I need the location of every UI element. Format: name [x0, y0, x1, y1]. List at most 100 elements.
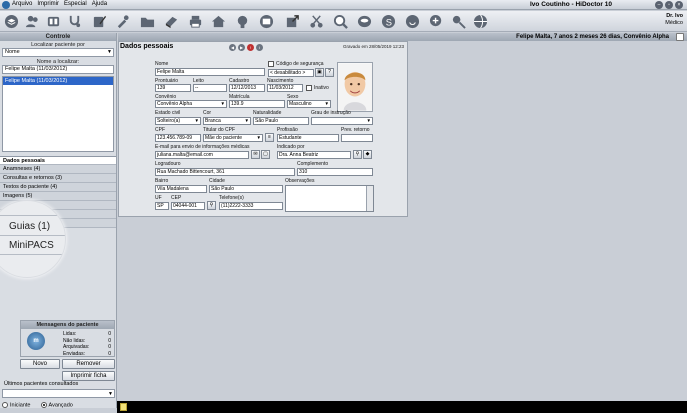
- new-button[interactable]: Novo: [20, 359, 60, 369]
- search-referrer-icon[interactable]: ⚲: [353, 150, 362, 159]
- saved-timestamp: Gravado em 28/05/2019 12:23: [342, 44, 404, 49]
- edit-icon[interactable]: [91, 13, 108, 30]
- email-field[interactable]: juliana.malta@email.com: [155, 151, 249, 159]
- smile-icon[interactable]: [404, 13, 421, 30]
- info-icon[interactable]: i: [256, 44, 263, 51]
- menu-especial[interactable]: Especial: [64, 1, 87, 7]
- remove-button[interactable]: Remover: [62, 359, 115, 369]
- mode-basic-radio[interactable]: Iniciante: [2, 402, 31, 408]
- patient-card-icon[interactable]: [676, 33, 684, 41]
- city-field[interactable]: São Paulo: [209, 185, 283, 193]
- send-email-icon[interactable]: ✉: [251, 150, 260, 159]
- menu-arquivo[interactable]: Arquivo: [12, 1, 32, 7]
- return-forecast-field[interactable]: [341, 134, 373, 142]
- scissors-icon[interactable]: [308, 13, 325, 30]
- notes-icon[interactable]: ≡: [265, 133, 274, 142]
- district-field[interactable]: Vila Madalena: [155, 185, 207, 193]
- occupation-field[interactable]: Estudante: [277, 134, 339, 142]
- email-label: E-mail para envio de informações médicas: [155, 144, 250, 150]
- database-icon[interactable]: [356, 13, 373, 30]
- tab-dados-pessoais[interactable]: Dados pessoais: [0, 156, 116, 165]
- folder-icon[interactable]: [139, 13, 156, 30]
- education-select[interactable]: ▼: [311, 117, 373, 125]
- register-date-field[interactable]: 12/12/2013: [229, 84, 265, 92]
- district-label: Bairro: [155, 178, 169, 184]
- stethoscope-icon[interactable]: [66, 13, 83, 30]
- messages-box: Mensagens do paciente m Lidas: 0 Não lida…: [20, 320, 115, 357]
- help-icon[interactable]: ?: [325, 68, 334, 77]
- calendar-icon[interactable]: [258, 13, 275, 30]
- notes-field[interactable]: [285, 185, 374, 212]
- search-by-select[interactable]: Nome ▼: [2, 48, 114, 57]
- users-icon[interactable]: [24, 13, 41, 30]
- maximize-icon[interactable]: ▫: [665, 1, 673, 9]
- cpf-field[interactable]: 123.456.789-09: [155, 134, 201, 142]
- mode-advanced-radio[interactable]: Avançado: [40, 402, 73, 408]
- membership-field[interactable]: 139.9: [229, 100, 285, 108]
- patient-photo[interactable]: [337, 62, 373, 112]
- color-select[interactable]: Branca ▼: [203, 117, 251, 125]
- search-icon[interactable]: [332, 13, 349, 30]
- cpf-holder-select[interactable]: Mãe do paciente ▼: [203, 134, 263, 142]
- next-icon[interactable]: ▶: [238, 44, 245, 51]
- tools-icon[interactable]: [114, 13, 131, 30]
- state-field[interactable]: SP: [155, 202, 169, 210]
- insurance-select[interactable]: Convênio Alpha ▼: [155, 100, 227, 108]
- security-code-select[interactable]: < desabilitado >: [268, 69, 314, 77]
- name-search-input[interactable]: Felipe Malta (11/03/2012): [2, 65, 114, 74]
- book-icon[interactable]: [163, 13, 180, 30]
- zip-search-icon[interactable]: ⚲: [207, 201, 216, 210]
- state-label: UF: [155, 195, 162, 201]
- print-icon[interactable]: [187, 13, 204, 30]
- export-icon[interactable]: [284, 13, 301, 30]
- record-number-field[interactable]: 139: [155, 84, 191, 92]
- tab-anamneses[interactable]: Anamneses (4): [0, 165, 116, 174]
- home-icon[interactable]: [210, 13, 227, 30]
- globe-icon[interactable]: [472, 13, 489, 30]
- sex-select[interactable]: Masculino ▼: [287, 100, 331, 108]
- referred-by-field[interactable]: Dra. Anna Beatriz: [277, 151, 351, 159]
- toolbar: S Dr. Ivo Médico: [0, 11, 687, 32]
- notes-scrollbar[interactable]: [366, 186, 373, 211]
- birthplace-field[interactable]: São Paulo: [253, 117, 309, 125]
- patient-list[interactable]: Felipe Malta (11/03/2012): [2, 76, 114, 152]
- tab-minipacs[interactable]: MiniPACS: [9, 240, 54, 251]
- bed-field[interactable]: --: [193, 84, 227, 92]
- phone-field[interactable]: (11)2222-3333: [219, 202, 283, 210]
- key-search-icon[interactable]: [450, 13, 467, 30]
- recent-patients-select[interactable]: ▼: [2, 389, 115, 398]
- car-icon[interactable]: ◆: [363, 150, 372, 159]
- zoom-in-icon[interactable]: [428, 13, 445, 30]
- grid-icon[interactable]: [45, 13, 62, 30]
- previous-icon[interactable]: ◀: [229, 44, 236, 51]
- dollar-icon[interactable]: S: [380, 13, 397, 30]
- tab-imagens[interactable]: Imagens (5): [0, 192, 116, 201]
- menu-ajuda[interactable]: Ajuda: [92, 1, 107, 7]
- name-field[interactable]: Felipe Malta: [155, 68, 265, 76]
- minimize-icon[interactable]: –: [655, 1, 663, 9]
- street-field[interactable]: Rua Machado Bittencourt, 361: [155, 168, 295, 176]
- close-icon[interactable]: ×: [675, 1, 683, 9]
- lock-icon[interactable]: ▣: [315, 68, 324, 77]
- menu-imprimir[interactable]: Imprimir: [37, 1, 59, 7]
- marital-status-select[interactable]: Solteiro(a) ▼: [155, 117, 201, 125]
- tab-guias[interactable]: Guias (1): [9, 221, 50, 232]
- alert-icon[interactable]: !: [247, 44, 254, 51]
- tab-textos[interactable]: Textos do paciente (4): [0, 183, 116, 192]
- complement-field[interactable]: 310: [297, 168, 373, 176]
- print-record-button[interactable]: Imprimir ficha: [62, 371, 115, 381]
- tab-consultas[interactable]: Consultas e retornos (3): [0, 174, 116, 183]
- bulb-icon[interactable]: [234, 13, 251, 30]
- list-item[interactable]: Felipe Malta (11/03/2012): [3, 77, 113, 85]
- chevron-down-icon: ▼: [324, 101, 329, 106]
- birth-date-field[interactable]: 11/03/2012: [267, 84, 303, 92]
- cpf-holder-label: Titular do CPF: [203, 127, 236, 133]
- security-code-checkbox[interactable]: [268, 61, 274, 67]
- inactive-checkbox[interactable]: [306, 85, 312, 91]
- layers-icon[interactable]: [3, 13, 20, 30]
- note-icon[interactable]: [120, 403, 127, 411]
- copy-icon[interactable]: ▢: [261, 150, 270, 159]
- divider: [0, 254, 65, 255]
- chevron-down-icon: ▼: [256, 135, 261, 140]
- zip-field[interactable]: 04044-001: [171, 202, 205, 210]
